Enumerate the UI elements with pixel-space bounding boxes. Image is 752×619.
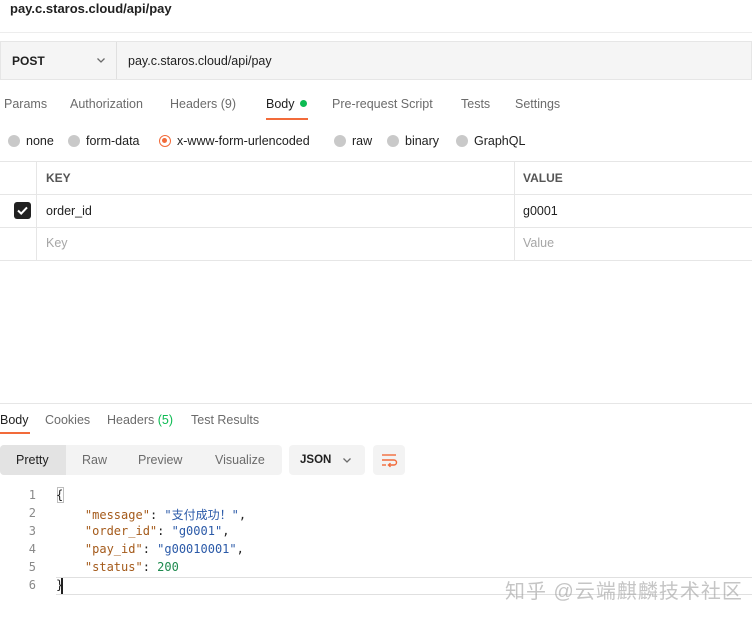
divider bbox=[0, 32, 752, 33]
radio-none[interactable]: none bbox=[8, 133, 68, 149]
radio-graphql[interactable]: GraphQL bbox=[456, 133, 536, 149]
table-column-divider bbox=[36, 161, 37, 261]
value-column-header: VALUE bbox=[523, 171, 563, 185]
json-key: "order_id" bbox=[84, 524, 158, 538]
code-line[interactable]: { bbox=[56, 488, 63, 502]
text-cursor bbox=[61, 578, 63, 594]
tab-params[interactable]: Params bbox=[4, 97, 47, 111]
method-label: POST bbox=[12, 54, 45, 68]
view-raw-button[interactable]: Raw bbox=[82, 453, 107, 467]
view-preview-button[interactable]: Preview bbox=[138, 453, 182, 467]
tab-authorization[interactable]: Authorization bbox=[70, 97, 143, 111]
radio-raw[interactable]: raw bbox=[334, 133, 384, 149]
key-input[interactable]: Key bbox=[46, 236, 68, 250]
tab-body[interactable]: Body bbox=[266, 97, 307, 111]
radio-label: x-www-form-urlencoded bbox=[177, 134, 310, 148]
watermark: 知乎 @云端麒麟技术社区 bbox=[505, 581, 743, 603]
line-number: 3 bbox=[28, 524, 36, 538]
radio-circle-selected bbox=[159, 135, 171, 147]
response-tab-cookies[interactable]: Cookies bbox=[45, 413, 90, 427]
radio-circle bbox=[8, 135, 20, 147]
view-visualize-button[interactable]: Visualize bbox=[215, 453, 265, 467]
line-number: 5 bbox=[28, 560, 36, 574]
table-border bbox=[0, 194, 752, 195]
status-dot-icon bbox=[299, 100, 307, 107]
radio-binary[interactable]: binary bbox=[387, 133, 452, 149]
tab-prerequest-script[interactable]: Pre-request Script bbox=[332, 97, 433, 111]
tab-headers-label: Headers bbox=[170, 97, 218, 111]
tab-settings[interactable]: Settings bbox=[515, 97, 560, 111]
radio-label: raw bbox=[352, 134, 373, 148]
json-value: "支付成功！" bbox=[164, 508, 239, 522]
tab-headers-count: (9) bbox=[220, 97, 237, 111]
code-line[interactable]: "pay_id": "g00010001", bbox=[56, 542, 244, 556]
param-key[interactable]: order_id bbox=[46, 204, 92, 218]
format-select[interactable]: JSON bbox=[289, 445, 365, 475]
json-key: "message" bbox=[84, 508, 150, 522]
param-value[interactable]: g0001 bbox=[523, 204, 558, 218]
row-checkbox[interactable] bbox=[14, 202, 31, 219]
code-line[interactable]: "message": "支付成功！", bbox=[56, 506, 246, 523]
method-select[interactable]: POST bbox=[1, 42, 117, 79]
radio-circle bbox=[456, 135, 468, 147]
json-key: "status" bbox=[84, 560, 143, 574]
radio-label: GraphQL bbox=[474, 134, 526, 148]
url-bar: POST pay.c.staros.cloud/api/pay bbox=[0, 41, 752, 80]
chevron-down-icon bbox=[97, 58, 105, 63]
radio-urlencoded[interactable]: x-www-form-urlencoded bbox=[159, 133, 329, 149]
json-value: "g00010001" bbox=[157, 542, 237, 556]
code-line[interactable]: "status": 200 bbox=[56, 560, 179, 574]
radio-label: binary bbox=[405, 134, 440, 148]
radio-label: form-data bbox=[86, 134, 140, 148]
radio-circle bbox=[334, 135, 346, 147]
table-column-divider bbox=[514, 161, 515, 261]
line-number: 2 bbox=[28, 506, 36, 520]
response-tab-headers-label: Headers bbox=[107, 413, 155, 427]
chevron-down-icon bbox=[343, 458, 351, 463]
tab-tests[interactable]: Tests bbox=[461, 97, 490, 111]
radio-circle bbox=[387, 135, 399, 147]
code-line[interactable]: "order_id": "g0001", bbox=[56, 524, 230, 538]
tab-headers[interactable]: Headers (9) bbox=[170, 97, 236, 111]
open-brace: { bbox=[56, 488, 64, 502]
line-number: 6 bbox=[28, 578, 36, 592]
active-tab-indicator bbox=[266, 118, 308, 120]
response-tab-headers[interactable]: Headers (5) bbox=[107, 413, 173, 427]
table-border bbox=[0, 227, 752, 228]
table-border bbox=[0, 161, 752, 162]
checkmark-icon bbox=[17, 206, 28, 216]
radio-label: none bbox=[26, 134, 54, 148]
json-value: "g0001" bbox=[171, 524, 223, 538]
line-number: 1 bbox=[28, 488, 36, 502]
radio-form-data[interactable]: form-data bbox=[68, 133, 158, 149]
response-tab-body[interactable]: Body bbox=[0, 413, 29, 427]
line-number: 4 bbox=[28, 542, 36, 556]
key-column-header: KEY bbox=[46, 171, 71, 185]
value-input[interactable]: Value bbox=[523, 236, 554, 250]
tab-body-label: Body bbox=[266, 97, 295, 111]
table-border bbox=[0, 260, 752, 261]
json-value: 200 bbox=[157, 560, 179, 574]
active-response-tab-indicator bbox=[0, 432, 30, 434]
format-label: JSON bbox=[300, 454, 332, 466]
url-input[interactable]: pay.c.staros.cloud/api/pay bbox=[128, 54, 272, 68]
radio-circle bbox=[68, 135, 80, 147]
wrap-lines-icon bbox=[382, 454, 398, 468]
response-tab-headers-count: (5) bbox=[157, 413, 174, 427]
view-mode-group: Pretty Raw Preview Visualize bbox=[0, 445, 282, 475]
request-title[interactable]: pay.c.staros.cloud/api/pay bbox=[10, 1, 172, 16]
wrap-lines-button[interactable] bbox=[373, 445, 405, 475]
response-tab-test-results[interactable]: Test Results bbox=[191, 413, 259, 427]
json-key: "pay_id" bbox=[84, 542, 143, 556]
response-divider bbox=[0, 403, 752, 404]
view-pretty-button[interactable]: Pretty bbox=[16, 453, 49, 467]
